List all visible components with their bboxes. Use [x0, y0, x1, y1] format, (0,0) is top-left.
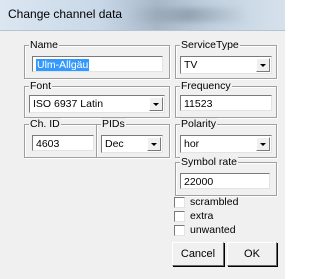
title-bar[interactable]: Change channel data	[0, 0, 285, 31]
symbol-rate-label: Symbol rate	[180, 156, 239, 168]
ch-id-label: Ch. ID	[29, 118, 61, 130]
pids-group: PIDs Dec	[96, 118, 170, 158]
service-type-label: ServiceType	[180, 39, 240, 51]
ok-button[interactable]: OK	[227, 242, 277, 266]
checkbox-box[interactable]	[174, 196, 185, 208]
service-type-group: ServiceType TV	[175, 39, 277, 79]
pids-select[interactable]: Dec	[101, 135, 163, 153]
chevron-down-icon[interactable]	[256, 137, 270, 151]
name-label: Name	[29, 39, 60, 51]
unwanted-label: unwanted	[190, 224, 236, 236]
scrambled-label: scrambled	[190, 196, 239, 208]
name-input[interactable]: Ulm-Allgäu	[32, 56, 163, 72]
font-label: Font	[29, 80, 53, 92]
font-select[interactable]: ISO 6937 Latin	[29, 95, 165, 113]
chevron-down-icon[interactable]	[256, 58, 270, 72]
font-value: ISO 6937 Latin	[33, 98, 104, 110]
symbol-rate-group: Symbol rate 22000	[175, 156, 277, 196]
chevron-down-icon[interactable]	[149, 97, 163, 111]
extra-checkbox[interactable]: extra	[174, 210, 213, 222]
ch-id-input[interactable]: 4603	[32, 135, 94, 151]
frequency-input[interactable]: 11523	[180, 95, 272, 111]
unwanted-checkbox[interactable]: unwanted	[174, 224, 236, 236]
scrambled-checkbox[interactable]: scrambled	[174, 196, 238, 208]
polarity-label: Polarity	[180, 118, 218, 130]
chevron-down-icon[interactable]	[147, 137, 161, 151]
service-type-select[interactable]: TV	[180, 56, 272, 74]
service-type-value: TV	[184, 59, 198, 71]
checkbox-box[interactable]	[174, 210, 185, 222]
blurred-title-area	[128, 8, 248, 22]
window-title: Change channel data	[8, 7, 123, 21]
checkbox-box[interactable]	[174, 224, 185, 236]
extra-label: extra	[190, 210, 214, 222]
change-channel-dialog: Change channel data Name Ulm-Allgäu Serv…	[0, 0, 285, 279]
polarity-group: Polarity hor	[175, 118, 277, 158]
pids-label: PIDs	[101, 118, 126, 130]
pids-value: Dec	[105, 138, 124, 150]
polarity-value: hor	[184, 138, 200, 150]
font-group: Font ISO 6937 Latin	[24, 80, 170, 118]
frequency-label: Frequency	[180, 80, 232, 92]
cancel-button[interactable]: Cancel	[172, 242, 224, 266]
name-group: Name Ulm-Allgäu	[24, 39, 170, 79]
symbol-rate-input[interactable]: 22000	[180, 173, 270, 189]
polarity-select[interactable]: hor	[180, 135, 272, 153]
frequency-group: Frequency 11523	[175, 80, 277, 118]
